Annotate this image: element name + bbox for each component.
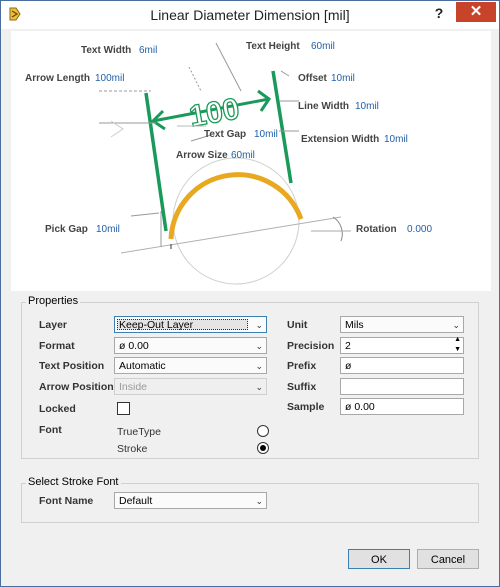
layer-label: Layer (39, 319, 68, 331)
unit-select[interactable]: Mils ⌄ (340, 316, 464, 333)
sample-dimension-text: 100 (187, 92, 242, 133)
pick-gap-value: 10mil (96, 224, 120, 235)
font-name-select-value: Default (119, 495, 153, 507)
text-position-select-value: Automatic (119, 360, 166, 372)
title-bar[interactable]: Linear Diameter Dimension [mil] ? ✕ (1, 1, 499, 29)
locked-checkbox[interactable] (117, 402, 130, 415)
arrow-length-value: 100mil (95, 73, 125, 84)
font-name-label: Font Name (39, 495, 94, 507)
close-button[interactable]: ✕ (456, 2, 496, 22)
format-label: Format (39, 340, 75, 352)
layer-select[interactable]: Keep-Out Layer ⌄ (114, 316, 267, 333)
offset-label: Offset (298, 73, 327, 84)
chevron-down-icon: ⌄ (255, 382, 263, 392)
precision-label: Precision (287, 340, 335, 352)
sample-label: Sample (287, 401, 325, 413)
arrow-length-label: Arrow Length (25, 73, 90, 84)
font-label: Font (39, 424, 62, 436)
chevron-down-icon: ⌄ (255, 496, 263, 506)
chevron-down-icon: ⌄ (255, 320, 263, 330)
layer-select-value: Keep-Out Layer (119, 319, 194, 331)
spin-down-icon[interactable]: ▼ (454, 345, 461, 354)
format-select[interactable]: ø 0.00 ⌄ (114, 337, 267, 354)
text-width-value: 6mil (139, 45, 158, 56)
unit-label: Unit (287, 319, 308, 331)
font-option-stroke-label: Stroke (117, 443, 148, 455)
text-gap-value: 10mil (254, 129, 278, 140)
locked-label: Locked (39, 403, 76, 415)
line-width-value: 10mil (355, 101, 379, 112)
rotation-value: 0.000 (407, 224, 433, 235)
stroke-font-group-title: Select Stroke Font (26, 476, 121, 488)
prefix-label: Prefix (287, 360, 317, 372)
radio-selected-dot (260, 445, 266, 451)
help-button[interactable]: ? (429, 5, 449, 23)
precision-spinner[interactable]: 2 ▲ ▼ (340, 335, 464, 354)
text-gap-label: Text Gap (204, 129, 247, 140)
offset-value: 10mil (331, 73, 355, 84)
dialog-window: Linear Diameter Dimension [mil] ? ✕ 100 (0, 0, 500, 587)
line-width-label: Line Width (298, 101, 350, 112)
chevron-down-icon: ⌄ (452, 320, 460, 330)
unit-select-value: Mils (345, 319, 364, 331)
arrow-position-label: Arrow Position (39, 381, 114, 393)
arrow-position-select[interactable]: Inside ⌄ (114, 378, 267, 395)
properties-group-title: Properties (26, 295, 81, 307)
extension-width-label: Extension Width (301, 134, 380, 145)
text-width-label: Text Width (81, 45, 132, 56)
cancel-button[interactable]: Cancel (417, 549, 479, 569)
ok-button[interactable]: OK (348, 549, 410, 569)
chevron-down-icon: ⌄ (255, 341, 263, 351)
dimension-illustration: 100 (99, 42, 351, 285)
precision-value: 2 (345, 340, 351, 352)
font-stroke-radio[interactable] (257, 442, 269, 454)
font-option-truetype-label: TrueType (117, 426, 161, 438)
sample-field: ø 0.00 (340, 398, 464, 415)
prefix-input[interactable]: ø (340, 357, 464, 374)
dimension-diagram: 100 Text Width 6mil Text Height 60mil Ar… (11, 31, 491, 291)
suffix-label: Suffix (287, 381, 317, 393)
spin-up-icon[interactable]: ▲ (454, 335, 461, 344)
chevron-down-icon: ⌄ (255, 361, 263, 371)
arrow-position-select-value: Inside (119, 381, 148, 393)
text-position-select[interactable]: Automatic ⌄ (114, 357, 267, 374)
font-name-select[interactable]: Default ⌄ (114, 492, 267, 509)
pick-gap-label: Pick Gap (45, 224, 88, 235)
window-title: Linear Diameter Dimension [mil] (150, 7, 350, 23)
rotation-label: Rotation (356, 224, 397, 235)
suffix-input[interactable] (340, 378, 464, 395)
arrow-size-label: Arrow Size (176, 150, 228, 161)
arrow-size-value: 60mil (231, 150, 255, 161)
text-height-label: Text Height (246, 41, 300, 52)
font-truetype-radio[interactable] (257, 425, 269, 437)
extension-width-value: 10mil (384, 134, 408, 145)
format-select-value: ø 0.00 (119, 340, 149, 352)
text-position-label: Text Position (39, 360, 105, 372)
text-height-value: 60mil (311, 41, 335, 52)
